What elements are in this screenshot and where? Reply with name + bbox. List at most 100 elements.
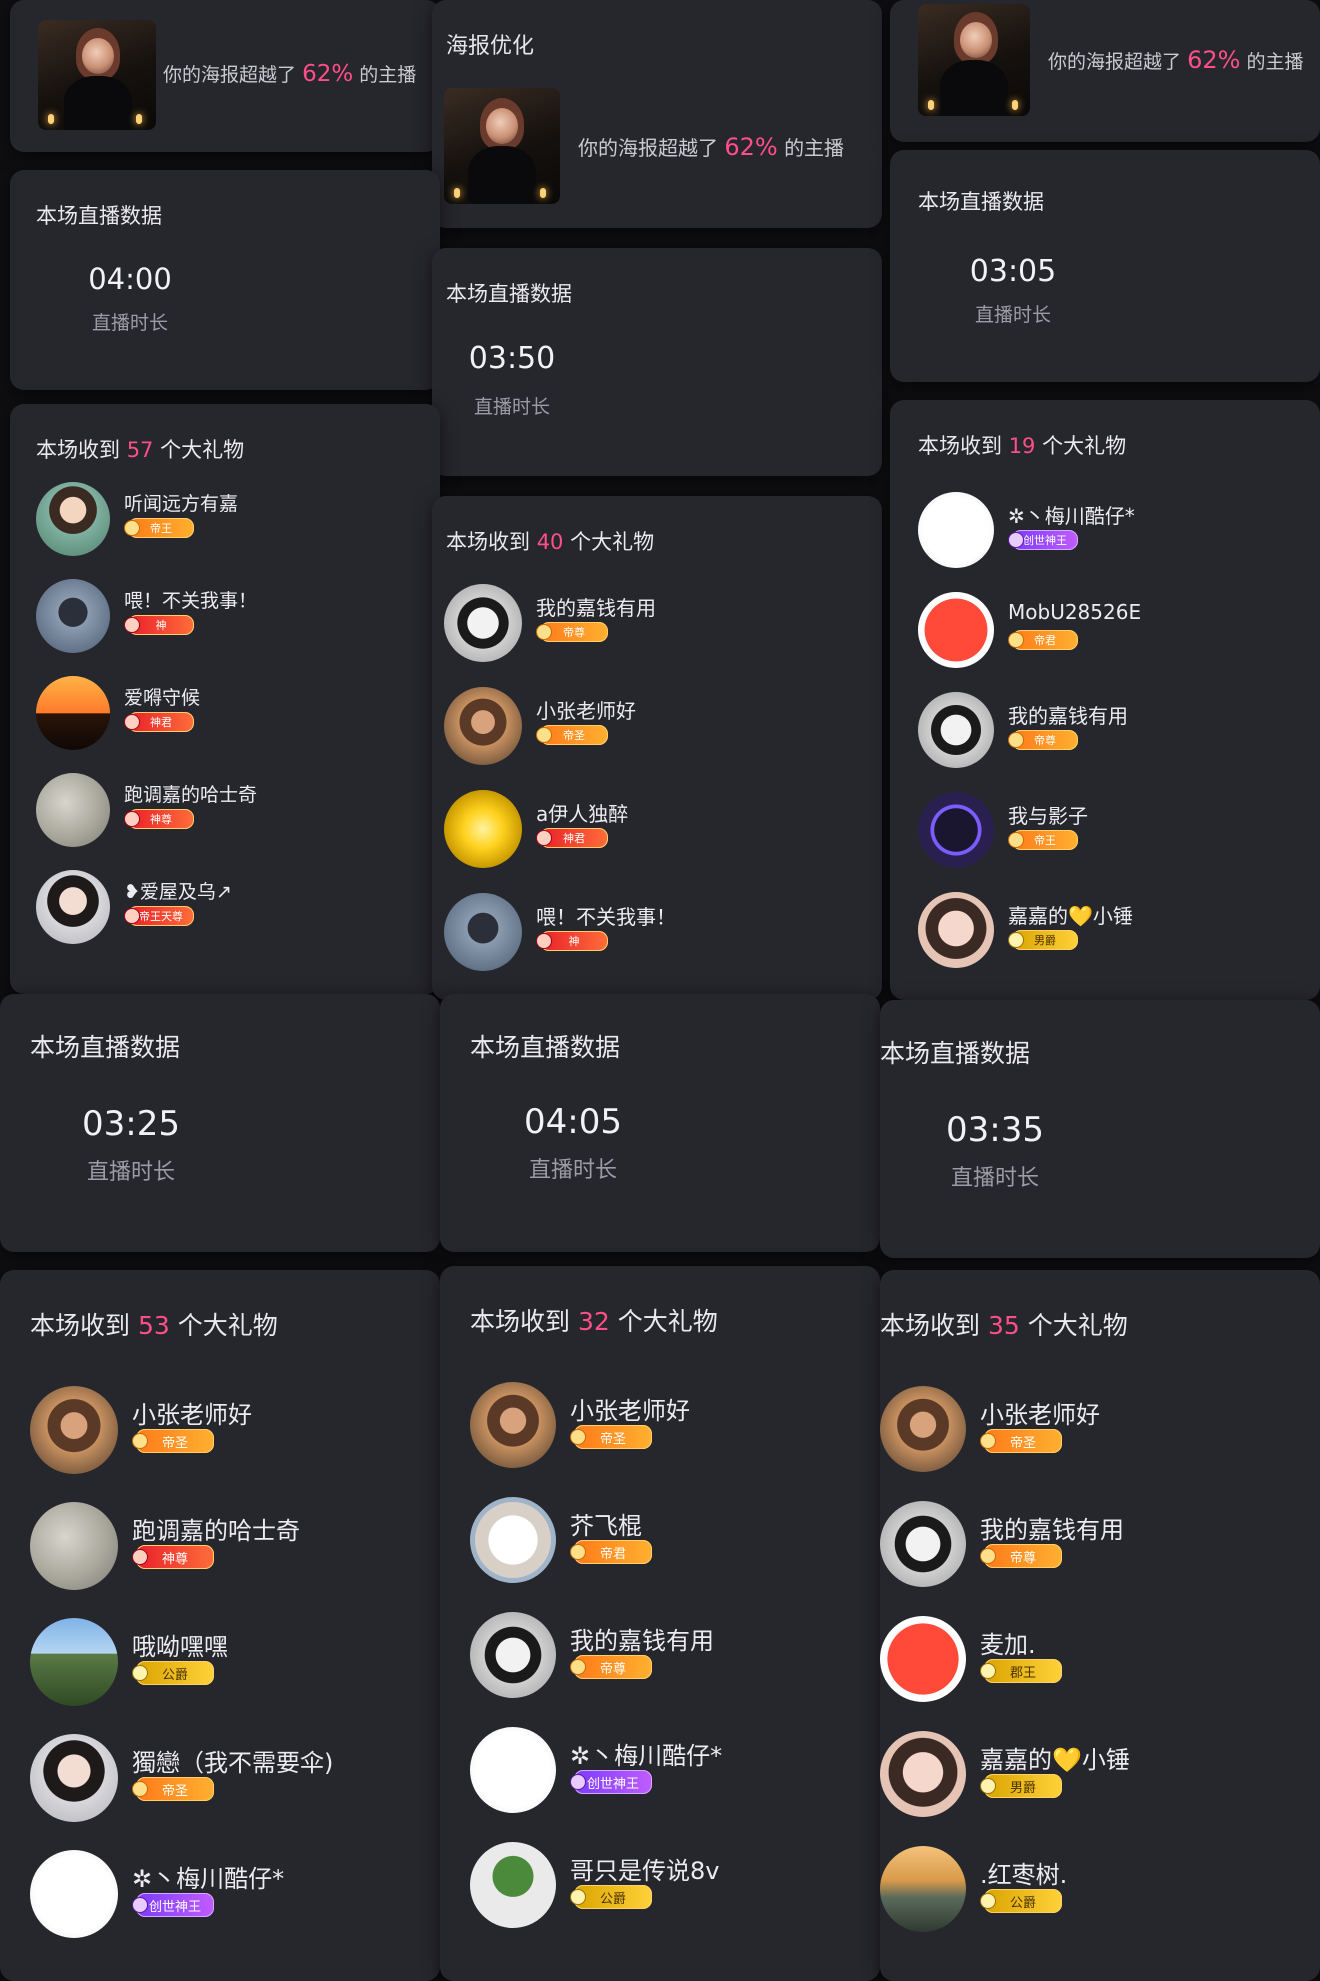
gift-user-row[interactable]: ❥爱屋及乌↗ 帝王天尊 bbox=[36, 870, 430, 944]
gift-user-row[interactable]: 跑调嘉的哈士奇 神尊 bbox=[36, 773, 430, 847]
user-avatar[interactable] bbox=[444, 790, 522, 868]
user-avatar[interactable] bbox=[30, 1386, 118, 1474]
gift-user-row[interactable]: 爱嘚守候 神君 bbox=[36, 676, 430, 750]
user-avatar[interactable] bbox=[470, 1612, 556, 1698]
user-level-badge: 公爵 bbox=[980, 1889, 1062, 1913]
user-level-badge: 帝尊 bbox=[980, 1544, 1062, 1568]
user-avatar[interactable] bbox=[470, 1382, 556, 1468]
user-avatar[interactable] bbox=[36, 482, 110, 556]
badge-label: 创世神王 bbox=[148, 1899, 201, 1915]
poster-thumbnail[interactable] bbox=[918, 4, 1030, 116]
badge-emblem-icon bbox=[570, 1889, 586, 1905]
user-avatar[interactable] bbox=[918, 892, 994, 968]
user-name: 跑调嘉的哈士奇 bbox=[132, 1517, 300, 1545]
user-name: 爱嘚守候 bbox=[124, 687, 201, 709]
user-avatar[interactable] bbox=[470, 1727, 556, 1813]
gift-user-row[interactable]: ✲丶梅川酷仔* 创世神王 bbox=[918, 492, 1310, 568]
user-avatar[interactable] bbox=[36, 773, 110, 847]
gift-user-row[interactable]: 小张老师好 帝圣 bbox=[30, 1386, 420, 1474]
gift-user-row[interactable]: a伊人独醉 神君 bbox=[444, 790, 852, 868]
gift-count-title: 本场收到 35 个大礼物 bbox=[880, 1311, 1128, 1340]
gift-user-row[interactable]: 小张老师好 帝圣 bbox=[880, 1386, 1300, 1472]
user-name: 我的嘉钱有用 bbox=[570, 1627, 714, 1655]
user-avatar[interactable] bbox=[880, 1846, 966, 1932]
badge-label: 神 bbox=[155, 619, 167, 632]
badge-label: 创世神王 bbox=[586, 1776, 639, 1792]
user-avatar[interactable] bbox=[470, 1842, 556, 1928]
gift-user-row[interactable]: 芥飞棍 帝君 bbox=[470, 1497, 860, 1583]
user-avatar[interactable] bbox=[36, 870, 110, 944]
user-name: 我的嘉钱有用 bbox=[1008, 704, 1128, 728]
gift-user-row[interactable]: 麦加. 郡王 bbox=[880, 1616, 1300, 1702]
user-avatar[interactable] bbox=[470, 1497, 556, 1583]
gift-user-row[interactable]: 听闻远方有嘉 帝王 bbox=[36, 482, 430, 556]
badge-label: 公爵 bbox=[161, 1667, 188, 1683]
gift-user-row[interactable]: 跑调嘉的哈士奇 神尊 bbox=[30, 1502, 420, 1590]
badge-emblem-icon bbox=[980, 1778, 996, 1794]
user-name: 哦呦嘿嘿 bbox=[132, 1633, 228, 1661]
gift-user-row[interactable]: 哦呦嘿嘿公爵 bbox=[30, 1618, 420, 1706]
user-name: 小张老师好 bbox=[570, 1397, 690, 1425]
user-avatar[interactable] bbox=[36, 676, 110, 750]
gift-user-row[interactable]: 喂！不关我事！ 神 bbox=[36, 579, 430, 653]
user-avatar[interactable] bbox=[880, 1386, 966, 1472]
gift-count-title: 本场收到 32 个大礼物 bbox=[470, 1307, 718, 1336]
user-name: ✲丶梅川酷仔* bbox=[570, 1742, 723, 1770]
user-name: 嘉嘉的💛小锤 bbox=[980, 1746, 1130, 1774]
user-avatar[interactable] bbox=[444, 687, 522, 765]
poster-rank-text: 你的海报超越了 62% 的主播 bbox=[1048, 46, 1304, 74]
user-avatar[interactable] bbox=[30, 1850, 118, 1938]
user-avatar[interactable] bbox=[30, 1618, 118, 1706]
badge-emblem-icon bbox=[1008, 532, 1024, 548]
gift-list-card-5: 本场收到 32 个大礼物 小张老师好 帝圣 芥飞棍 帝君我的嘉钱有用 帝尊 ✲丶梅川酷仔*… bbox=[440, 1266, 880, 1981]
badge-emblem-icon bbox=[570, 1544, 586, 1560]
user-avatar[interactable] bbox=[30, 1502, 118, 1590]
gift-user-row[interactable]: .红枣树. 公爵 bbox=[880, 1846, 1300, 1932]
gift-user-row[interactable]: ✲丶梅川酷仔* 创世神王 bbox=[30, 1850, 420, 1938]
gift-user-row[interactable]: 小张老师好 帝圣 bbox=[444, 687, 852, 765]
section-title: 本场直播数据 bbox=[880, 1039, 1031, 1068]
user-avatar[interactable] bbox=[918, 792, 994, 868]
user-avatar[interactable] bbox=[880, 1501, 966, 1587]
user-avatar[interactable] bbox=[880, 1731, 966, 1817]
badge-emblem-icon bbox=[1008, 732, 1024, 748]
gift-user-row[interactable]: 小张老师好 帝圣 bbox=[470, 1382, 860, 1468]
gift-count-title: 本场收到 57 个大礼物 bbox=[36, 438, 245, 462]
gift-user-row[interactable]: 嘉嘉的💛小锤 男爵 bbox=[880, 1731, 1300, 1817]
gift-user-row[interactable]: 我与影子 帝王 bbox=[918, 792, 1310, 868]
user-name: a伊人独醉 bbox=[536, 802, 629, 826]
badge-label: 帝尊 bbox=[563, 626, 585, 639]
user-avatar[interactable] bbox=[918, 592, 994, 668]
gift-count-title: 本场收到 40 个大礼物 bbox=[446, 530, 655, 554]
user-avatar[interactable] bbox=[36, 579, 110, 653]
user-avatar[interactable] bbox=[880, 1616, 966, 1702]
gift-user-row[interactable]: 我的嘉钱有用 帝尊 bbox=[470, 1612, 860, 1698]
gift-user-row[interactable]: MobU28526E 帝君 bbox=[918, 592, 1310, 668]
user-avatar[interactable] bbox=[444, 893, 522, 971]
user-avatar[interactable] bbox=[30, 1734, 118, 1822]
section-title: 本场直播数据 bbox=[30, 1033, 181, 1062]
user-level-badge: 创世神王 bbox=[570, 1770, 652, 1794]
user-avatar[interactable] bbox=[444, 584, 522, 662]
gift-list-card-2: 本场收到 40 个大礼物 我的嘉钱有用 帝尊 小张老师好 帝圣 a伊人独醉 神君 喂！不关我… bbox=[432, 496, 882, 1000]
user-level-badge: 帝圣 bbox=[132, 1429, 214, 1453]
poster-thumbnail[interactable] bbox=[444, 88, 560, 204]
gift-user-row[interactable]: 我的嘉钱有用 帝尊 bbox=[918, 692, 1310, 768]
gift-user-row[interactable]: 我的嘉钱有用 帝尊 bbox=[880, 1501, 1300, 1587]
section-title: 本场直播数据 bbox=[36, 204, 162, 228]
gift-user-row[interactable]: 我的嘉钱有用 帝尊 bbox=[444, 584, 852, 662]
user-avatar[interactable] bbox=[918, 692, 994, 768]
poster-thumbnail[interactable] bbox=[38, 20, 156, 130]
badge-emblem-icon bbox=[570, 1659, 586, 1675]
badge-emblem-icon bbox=[124, 908, 140, 924]
gift-user-row[interactable]: 嘉嘉的💛小锤 男爵 bbox=[918, 892, 1310, 968]
gift-user-row[interactable]: ✲丶梅川酷仔* 创世神王 bbox=[470, 1727, 860, 1813]
live-data-card-2: 本场直播数据 03:50 直播时长 bbox=[432, 248, 882, 476]
gift-user-row[interactable]: 獨戀（我不需要伞) 帝圣 bbox=[30, 1734, 420, 1822]
gift-user-row[interactable]: 喂！不关我事！ 神 bbox=[444, 893, 852, 971]
user-level-badge: 创世神王 bbox=[132, 1893, 214, 1917]
gift-user-row[interactable]: 哥只是传说8v 公爵 bbox=[470, 1842, 860, 1928]
user-name: 芥飞棍 bbox=[570, 1512, 642, 1540]
badge-label: 帝王 bbox=[1034, 834, 1056, 847]
user-avatar[interactable] bbox=[918, 492, 994, 568]
